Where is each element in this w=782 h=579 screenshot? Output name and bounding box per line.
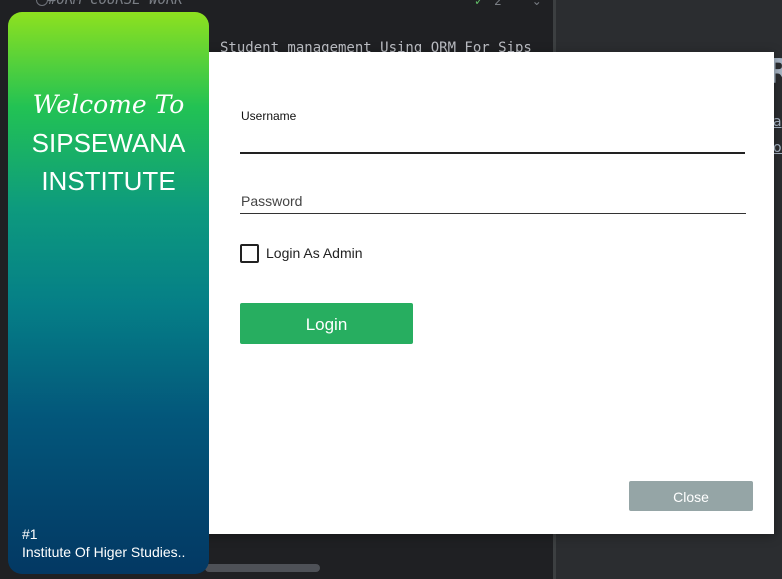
admin-checkbox-label[interactable]: Login As Admin — [266, 245, 363, 261]
login-dialog — [196, 52, 774, 534]
institute-name-line1: SIPSEWANA — [31, 128, 186, 158]
password-input[interactable] — [240, 188, 746, 214]
rank-text: #1 — [22, 526, 38, 542]
institute-name-line2: INSTITUTE — [41, 166, 176, 196]
check-icon: ✓ — [474, 0, 485, 8]
right-panel-link[interactable]: a — [773, 114, 782, 130]
login-button[interactable]: Login — [240, 303, 413, 344]
inspection-count: 2 — [494, 0, 502, 8]
right-panel-link[interactable]: ol — [773, 140, 782, 156]
welcome-side-panel: Welcome To SIPSEWANA INSTITUTE #1 Instit… — [8, 12, 209, 574]
tagline-text: Institute Of Higer Studies.. — [22, 544, 186, 560]
chevron-up-icon[interactable]: ⌃ — [512, 0, 522, 8]
welcome-text: Welcome To — [32, 90, 185, 119]
close-button[interactable]: Close — [629, 481, 753, 511]
inspection-widget[interactable]: ✓ 2 ⌃ ⌄ — [474, 0, 542, 8]
horizontal-scrollbar[interactable] — [205, 564, 320, 572]
username-input[interactable] — [240, 128, 745, 154]
code-comment: #ORM COURSE WORK — [48, 0, 183, 8]
admin-checkbox[interactable] — [240, 244, 259, 263]
chevron-down-icon[interactable]: ⌄ — [532, 0, 542, 8]
username-label: Username — [241, 109, 297, 123]
bookmark-icon — [36, 0, 48, 6]
